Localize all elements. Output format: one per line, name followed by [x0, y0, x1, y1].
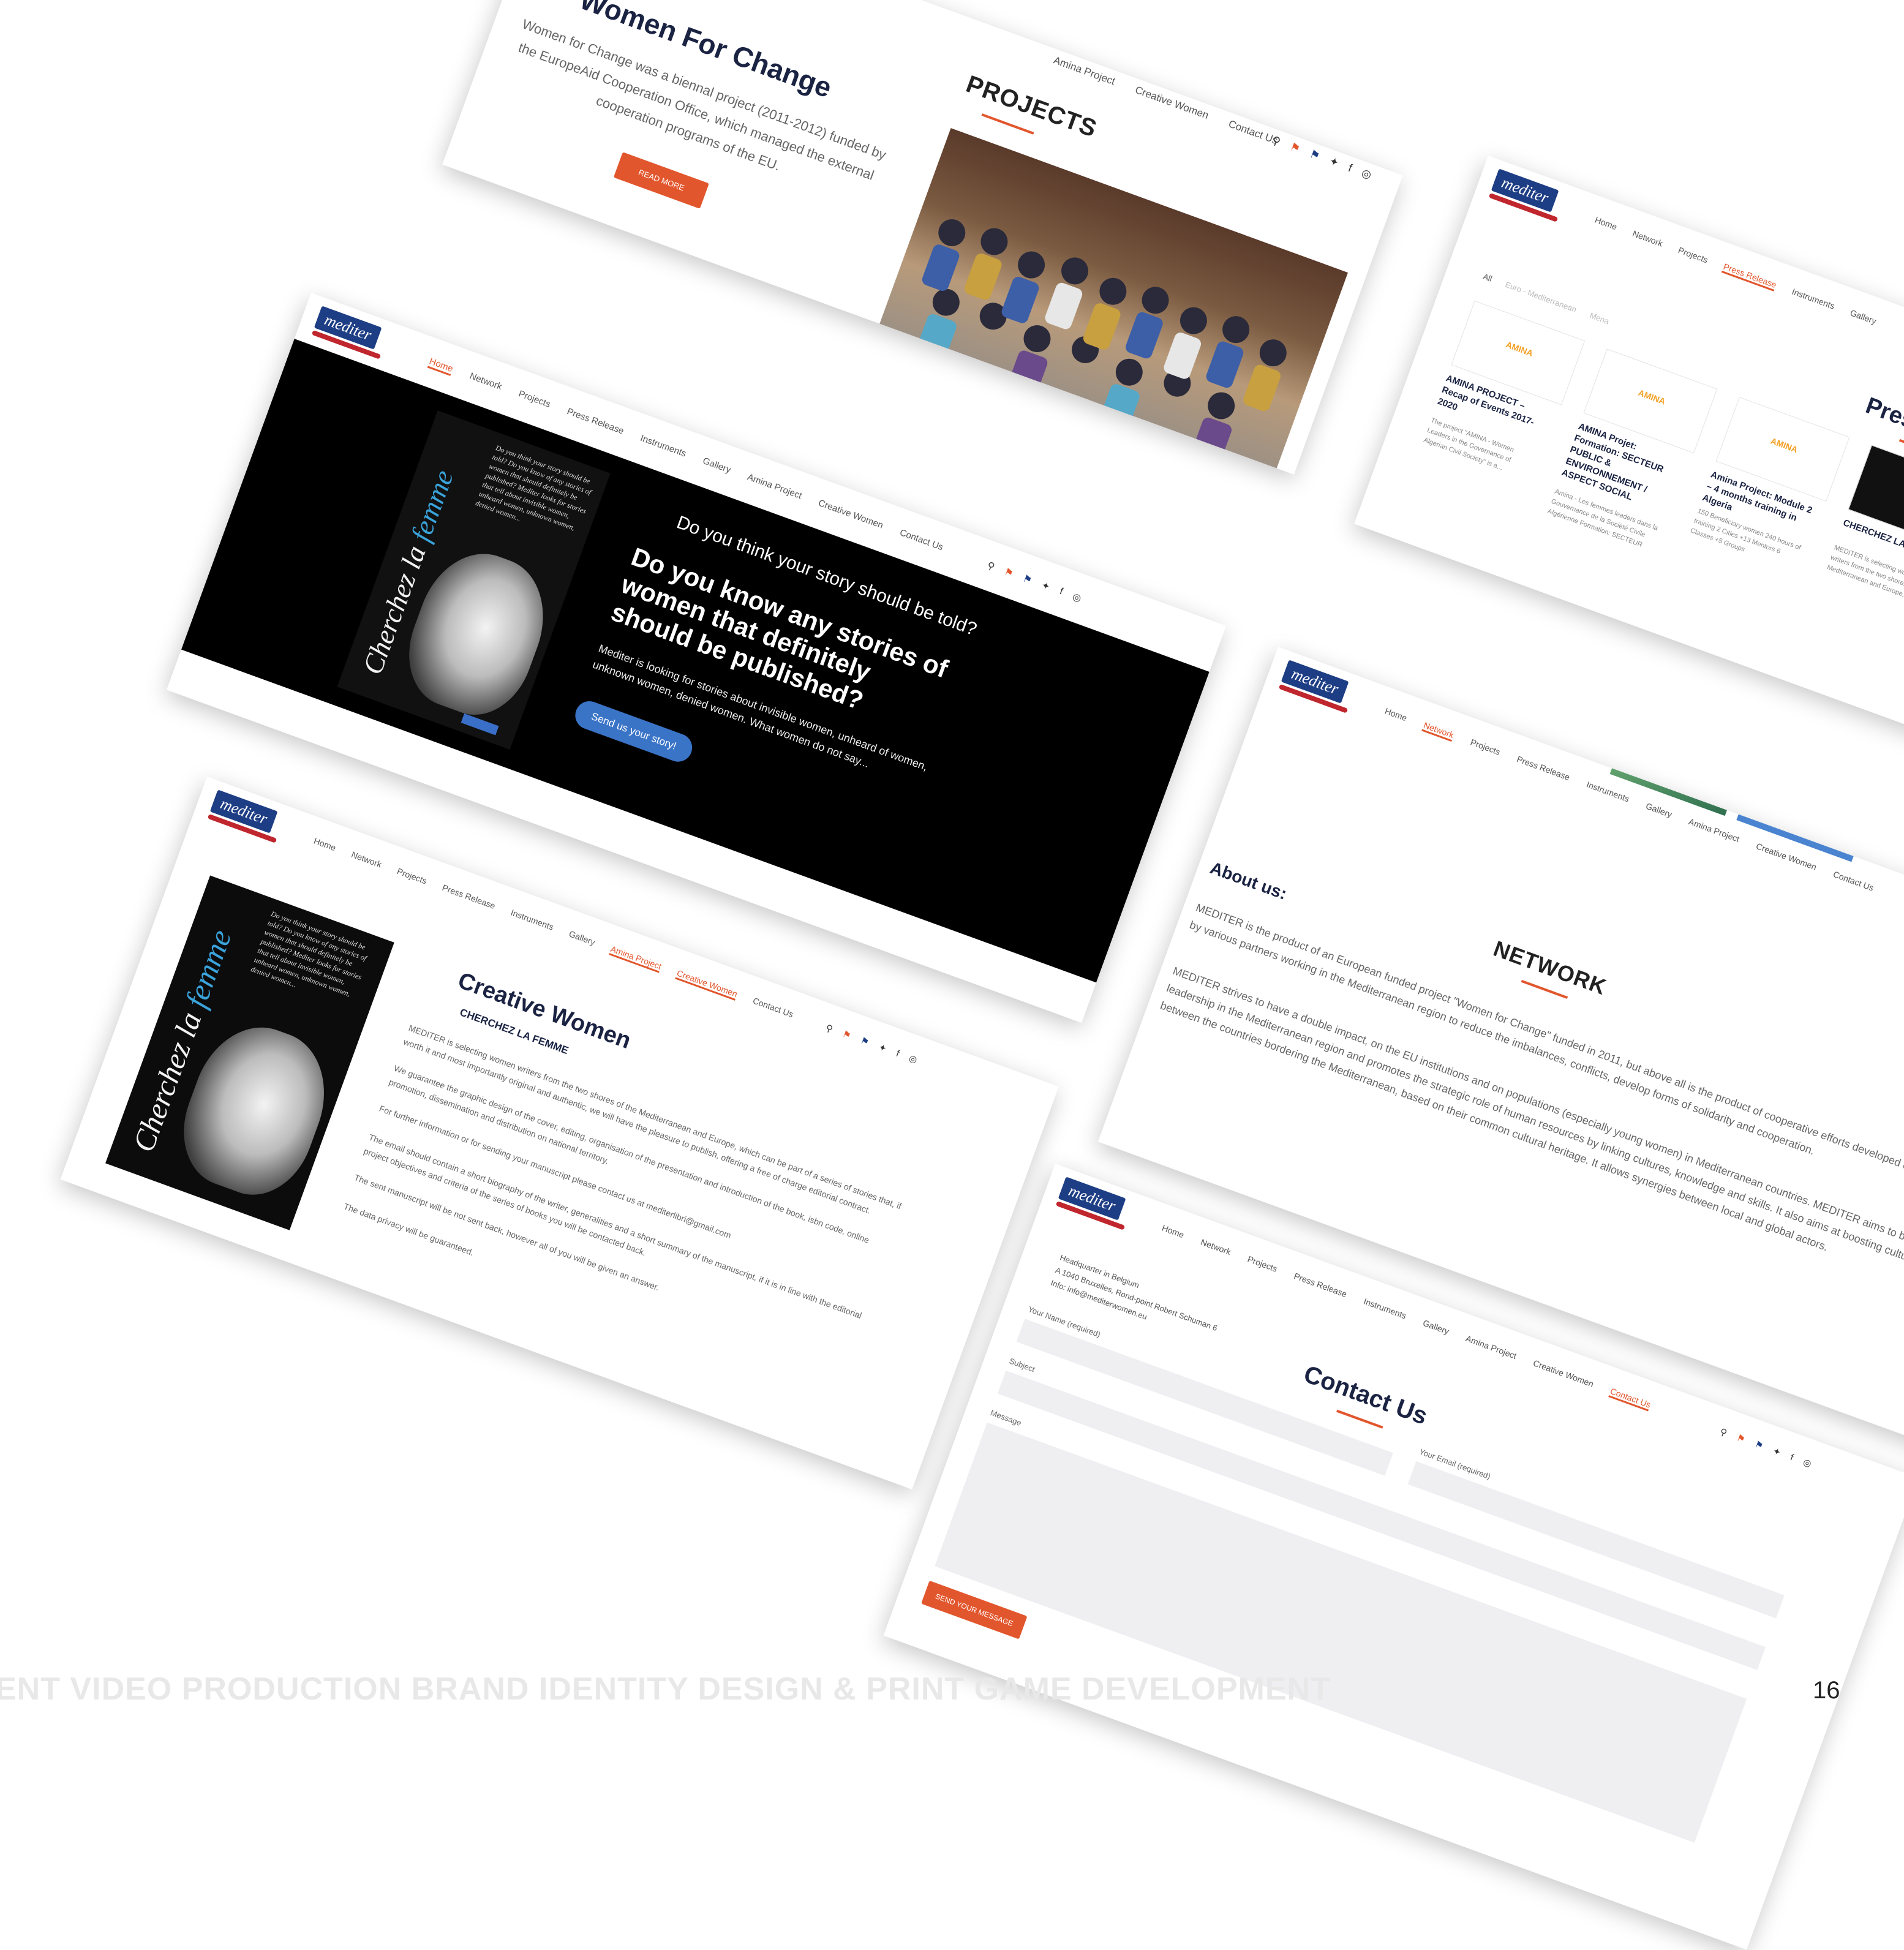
nav-home[interactable]: Home: [312, 836, 337, 855]
nav-gallery[interactable]: Gallery: [567, 928, 596, 949]
search-icon[interactable]: ⚲: [824, 1022, 834, 1035]
send-story-button[interactable]: Send us your story!: [571, 697, 696, 766]
nav-contact-us[interactable]: Contact Us: [751, 996, 795, 1022]
nav-instruments[interactable]: Instruments: [509, 908, 555, 934]
nav-amina-project[interactable]: Amina Project: [745, 472, 803, 503]
nav-network[interactable]: Network: [467, 371, 503, 394]
nav-press-release[interactable]: Press Release: [565, 406, 625, 438]
nav-contact-us[interactable]: Contact Us: [1608, 1386, 1652, 1412]
flag-it-icon[interactable]: ⚑: [1288, 140, 1302, 156]
creative-paragraph: The sent manuscript will be not sent bac…: [353, 1172, 661, 1293]
nav-gallery[interactable]: Gallery: [1421, 1318, 1450, 1338]
page-number: 16: [1813, 1677, 1840, 1704]
nav-network[interactable]: Network: [1631, 228, 1665, 250]
poster-blurb: Do you think your story should be told? …: [474, 443, 593, 532]
search-icon[interactable]: ⚲: [1718, 1426, 1728, 1439]
instagram-icon[interactable]: ◎: [1802, 1456, 1813, 1469]
search-icon[interactable]: ⚲: [985, 559, 996, 573]
filter-all[interactable]: All: [1482, 272, 1494, 284]
nav-press-release[interactable]: Press Release: [1722, 261, 1778, 292]
flag-uk-icon[interactable]: ⚑: [1021, 572, 1033, 587]
nav-instruments[interactable]: Instruments: [638, 433, 687, 461]
network-nav: Home Network Projects Press Release Inst…: [1383, 706, 1875, 895]
nav-amina-project[interactable]: Amina Project: [1052, 54, 1117, 88]
nav-amina-project[interactable]: Amina Project: [608, 944, 663, 973]
message-field[interactable]: [935, 1422, 1747, 1843]
nav-projects[interactable]: Projects: [395, 866, 428, 887]
nav-projects[interactable]: Projects: [516, 388, 552, 411]
mediter-logo[interactable]: mediter: [206, 789, 286, 846]
contact-toolbar: ⚲ ⚑ ⚑ ✦ f ◎: [1718, 1426, 1813, 1469]
flag-it-icon[interactable]: ⚑: [1003, 565, 1015, 580]
flag-uk-icon[interactable]: ⚑: [1308, 148, 1322, 163]
nav-creative-women[interactable]: Creative Women: [816, 498, 885, 533]
filter-euro-med[interactable]: Euro - Mediterranean: [1504, 280, 1578, 314]
twitter-icon[interactable]: ✦: [1328, 154, 1341, 170]
read-more-button[interactable]: read More: [613, 152, 709, 209]
subject-label: Subject: [1008, 1356, 1036, 1374]
flag-it-icon[interactable]: ⚑: [841, 1028, 852, 1042]
group-photo-svg: [914, 219, 1287, 471]
nav-home[interactable]: Home: [1160, 1223, 1186, 1242]
nav-press-release[interactable]: Press Release: [1292, 1271, 1349, 1301]
flag-it-icon[interactable]: ⚑: [1735, 1432, 1747, 1445]
nav-creative-women[interactable]: Creative Women: [1134, 84, 1210, 122]
network-paragraph: MEDITER is the product of an European fu…: [1187, 901, 1904, 1211]
nav-amina-project[interactable]: Amina Project: [1464, 1333, 1518, 1363]
facebook-icon[interactable]: f: [1058, 586, 1064, 597]
nav-instruments[interactable]: Instruments: [1361, 1296, 1407, 1322]
facebook-icon[interactable]: f: [895, 1048, 901, 1058]
creative-poster: Cherchez la femme Do you think your stor…: [105, 875, 394, 1230]
nav-contact-us[interactable]: Contact Us: [898, 527, 945, 554]
flag-uk-icon[interactable]: ⚑: [859, 1035, 871, 1048]
nav-home[interactable]: Home: [1593, 215, 1619, 234]
mediter-logo[interactable]: mediter: [1277, 660, 1357, 717]
poster-blurb: Do you think your story should be told? …: [249, 909, 368, 998]
nav-network[interactable]: Network: [350, 849, 383, 871]
creative-paragraph: MEDITER is selecting women writers from …: [402, 1022, 903, 1216]
facebook-icon[interactable]: f: [1347, 162, 1354, 175]
instagram-icon[interactable]: ◎: [908, 1052, 919, 1065]
poster-badge: [461, 713, 499, 736]
nav-creative-women[interactable]: Creative Women: [675, 968, 739, 1001]
group-photo: [862, 128, 1348, 475]
creative-toolbar: ⚲ ⚑ ⚑ ✦ f ◎: [824, 1022, 919, 1066]
nav-press-release[interactable]: Press Release: [440, 883, 497, 913]
nav-home[interactable]: Home: [427, 356, 455, 376]
about-title: About us:: [1208, 858, 1290, 903]
nav-instruments[interactable]: Instruments: [1790, 287, 1836, 313]
nav-projects[interactable]: Projects: [1246, 1254, 1279, 1275]
cherchez-la-femme-poster: Cherchez la femme Do you think your stor…: [337, 410, 611, 750]
twitter-icon[interactable]: ✦: [877, 1041, 888, 1054]
projects-toolbar: ⚲ ⚑ ⚑ ✦ f ◎: [1270, 134, 1373, 181]
press-nav: Home Network Projects Press Release Inst…: [1593, 215, 1878, 328]
nav-projects[interactable]: Projects: [1676, 245, 1709, 266]
flag-uk-icon[interactable]: ⚑: [1753, 1439, 1765, 1452]
nav-gallery[interactable]: Gallery: [701, 456, 732, 477]
nav-creative-women[interactable]: Creative Women: [1531, 1358, 1595, 1390]
twitter-icon[interactable]: ✦: [1040, 579, 1052, 593]
services-marquee: ENT VIDEO PRODUCTION BRAND IDENTITY DESI…: [0, 1671, 1331, 1707]
filter-mena[interactable]: Mena: [1589, 311, 1611, 326]
instagram-icon[interactable]: ◎: [1071, 590, 1083, 605]
twitter-icon[interactable]: ✦: [1771, 1445, 1782, 1458]
nav-gallery[interactable]: Gallery: [1848, 307, 1878, 328]
instagram-icon[interactable]: ◎: [1360, 167, 1374, 182]
mediter-logo[interactable]: mediter: [1488, 168, 1567, 225]
jasmine-image: Jasmine: [1370, 647, 1455, 673]
facebook-icon[interactable]: f: [1789, 1452, 1795, 1462]
nav-network[interactable]: Network: [1198, 1237, 1233, 1259]
press-item-excerpt: MEDITER is selecting women writers from …: [1826, 544, 1904, 607]
mediter-logo[interactable]: mediter: [1055, 1176, 1134, 1233]
